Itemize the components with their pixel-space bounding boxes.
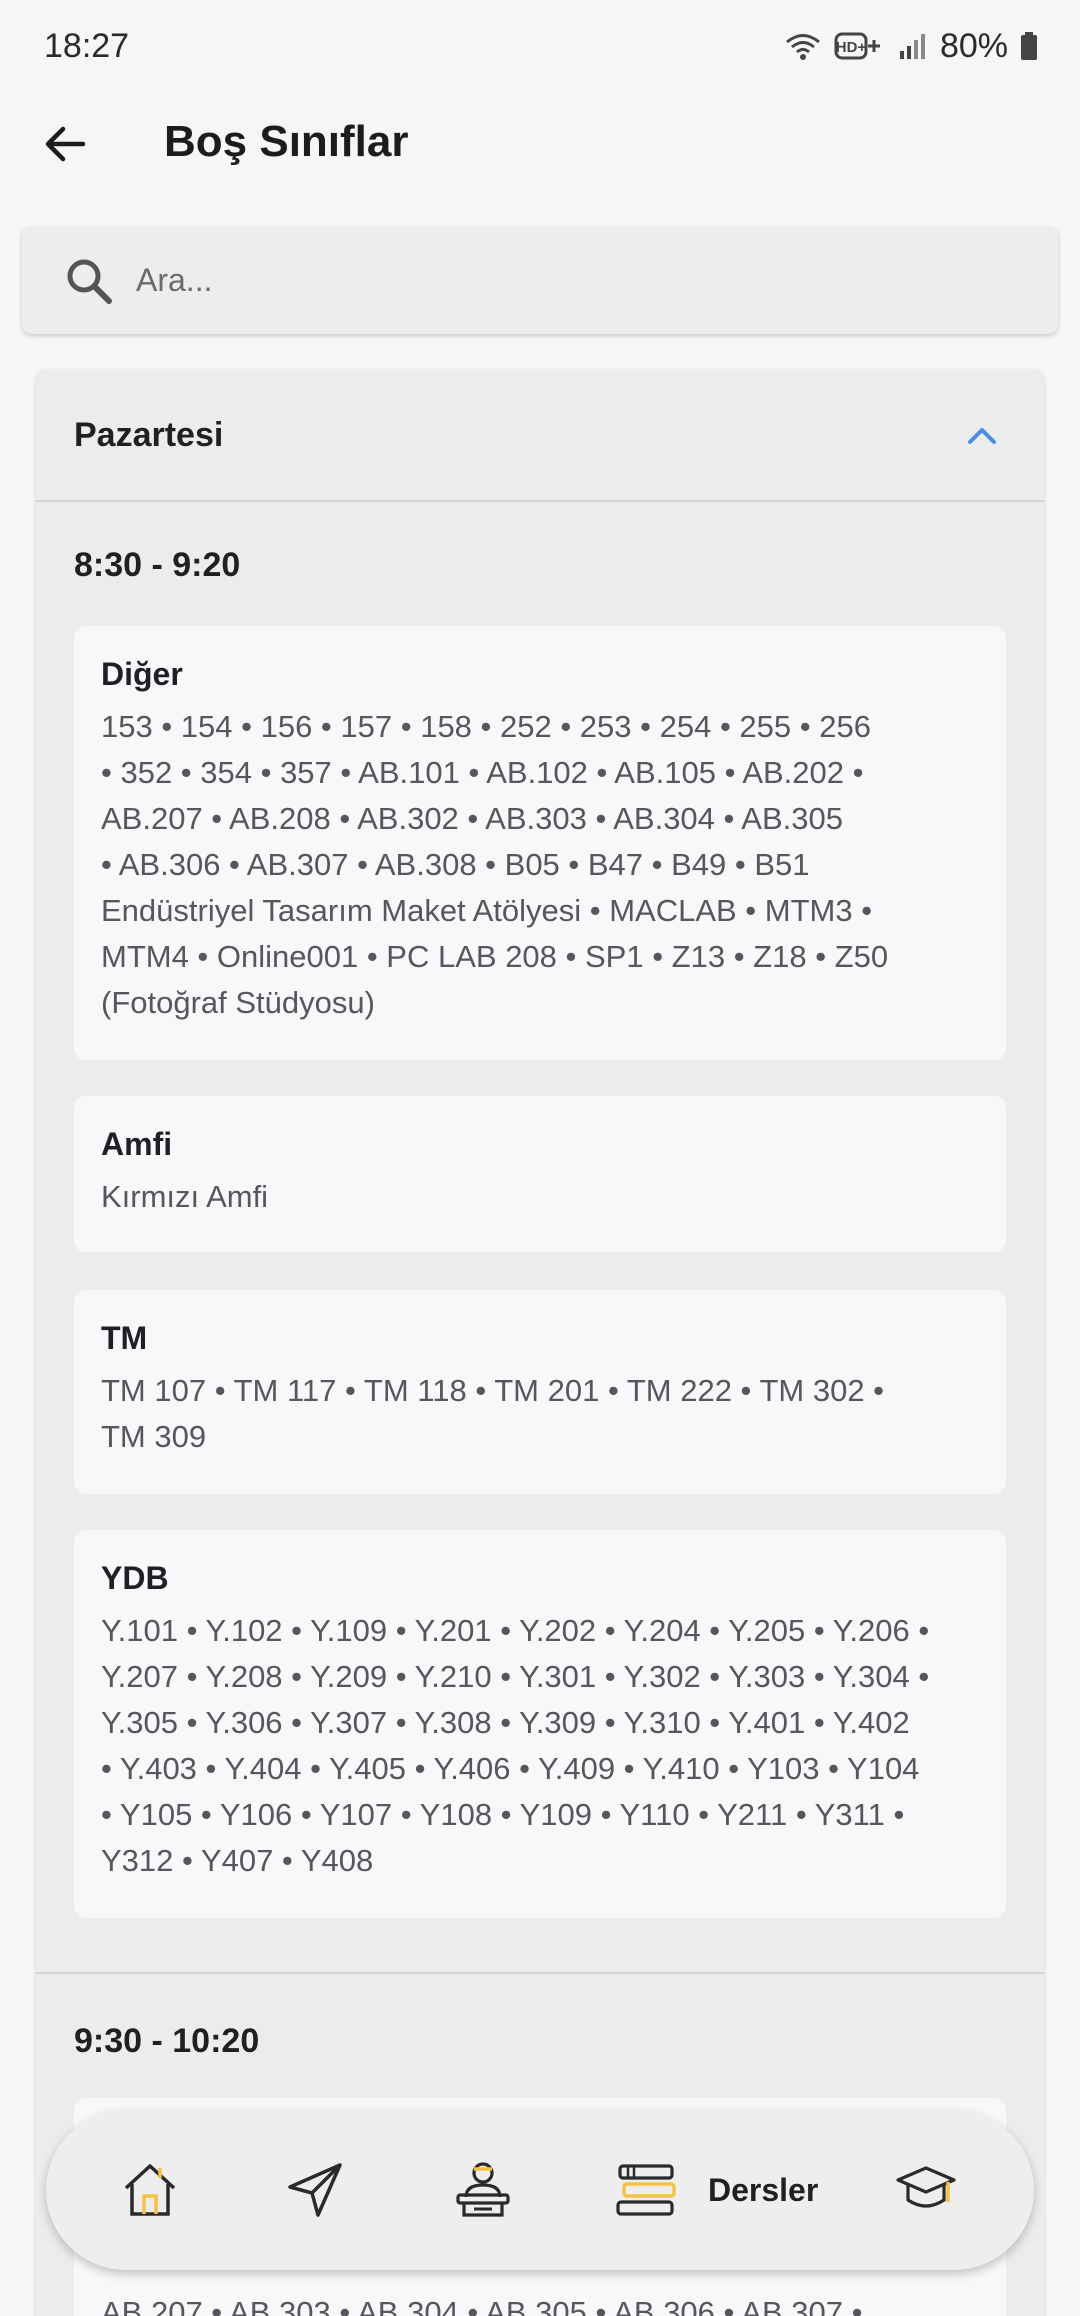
signal-icon bbox=[898, 31, 928, 61]
home-icon bbox=[124, 2164, 176, 2216]
group-title: YDB bbox=[101, 1560, 169, 1596]
status-time: 18:27 bbox=[44, 26, 130, 65]
nav-teacher[interactable] bbox=[452, 2150, 528, 2230]
back-button[interactable] bbox=[30, 114, 100, 174]
room-group-card[interactable]: Amfi Kırmızı Amfi bbox=[74, 1096, 1006, 1252]
day-panel: Pazartesi 8:30 - 9:20 Diğer 153 • 154 • … bbox=[36, 370, 1044, 2316]
group-title: Amfi bbox=[101, 1126, 173, 1162]
group-title: TM bbox=[101, 1320, 148, 1356]
day-title: Pazartesi bbox=[74, 416, 224, 454]
app-bar: Boş Sınıflar bbox=[0, 92, 1080, 192]
hd-label: HD+ bbox=[836, 39, 867, 56]
teacher-icon bbox=[456, 2162, 510, 2217]
battery-percent: 80% bbox=[939, 26, 1008, 65]
nav-dersler[interactable]: Dersler bbox=[614, 2150, 834, 2230]
room-list: 153 • 154 • 156 • 157 • 158 • 252 • 253 … bbox=[101, 709, 889, 1020]
room-group-card[interactable]: YDB Y.101 • Y.102 • Y.109 • Y.201 • Y.20… bbox=[74, 1530, 1006, 1918]
group-title: Diğer bbox=[101, 656, 183, 692]
books-icon bbox=[616, 2164, 676, 2216]
nav-send[interactable] bbox=[286, 2150, 362, 2230]
nav-graduation[interactable] bbox=[894, 2150, 970, 2230]
hd-plus-icon: HD+ bbox=[834, 30, 886, 62]
arrow-left-icon bbox=[45, 126, 86, 162]
room-list: TM 107 • TM 117 • TM 118 • TM 201 • TM 2… bbox=[101, 1373, 885, 1454]
graduation-cap-icon bbox=[896, 2166, 956, 2208]
battery-icon bbox=[1020, 31, 1038, 61]
room-group-card[interactable]: Diğer 153 • 154 • 156 • 157 • 158 • 252 … bbox=[74, 626, 1006, 1060]
slot-time: 9:30 - 10:20 bbox=[74, 2022, 260, 2060]
bottom-navigation: Dersler bbox=[46, 2110, 1034, 2270]
room-list: AB.207 • AB.303 • AB.304 • AB.305 • AB.3… bbox=[101, 2295, 863, 2316]
status-icons: HD+ 80% bbox=[784, 27, 1038, 66]
nav-label: Dersler bbox=[708, 2171, 819, 2208]
chevron-up-icon[interactable] bbox=[964, 418, 1000, 454]
nav-home[interactable] bbox=[120, 2150, 196, 2230]
page-title: Boş Sınıflar bbox=[164, 117, 409, 166]
slot-divider bbox=[36, 1972, 1044, 1974]
send-icon bbox=[288, 2163, 342, 2217]
room-group-card[interactable]: TM TM 107 • TM 117 • TM 118 • TM 201 • T… bbox=[74, 1290, 1006, 1494]
status-bar: 18:27 HD+ 80% bbox=[0, 0, 1080, 92]
slot-time: 8:30 - 9:20 bbox=[74, 546, 241, 584]
room-list: Y.101 • Y.102 • Y.109 • Y.201 • Y.202 • … bbox=[101, 1613, 930, 1878]
wifi-icon bbox=[784, 31, 822, 61]
search-input[interactable] bbox=[136, 250, 1016, 310]
room-list: Kırmızı Amfi bbox=[101, 1179, 269, 1214]
search-bar[interactable] bbox=[22, 226, 1058, 334]
search-icon bbox=[67, 259, 112, 304]
day-header[interactable]: Pazartesi bbox=[36, 370, 1044, 502]
